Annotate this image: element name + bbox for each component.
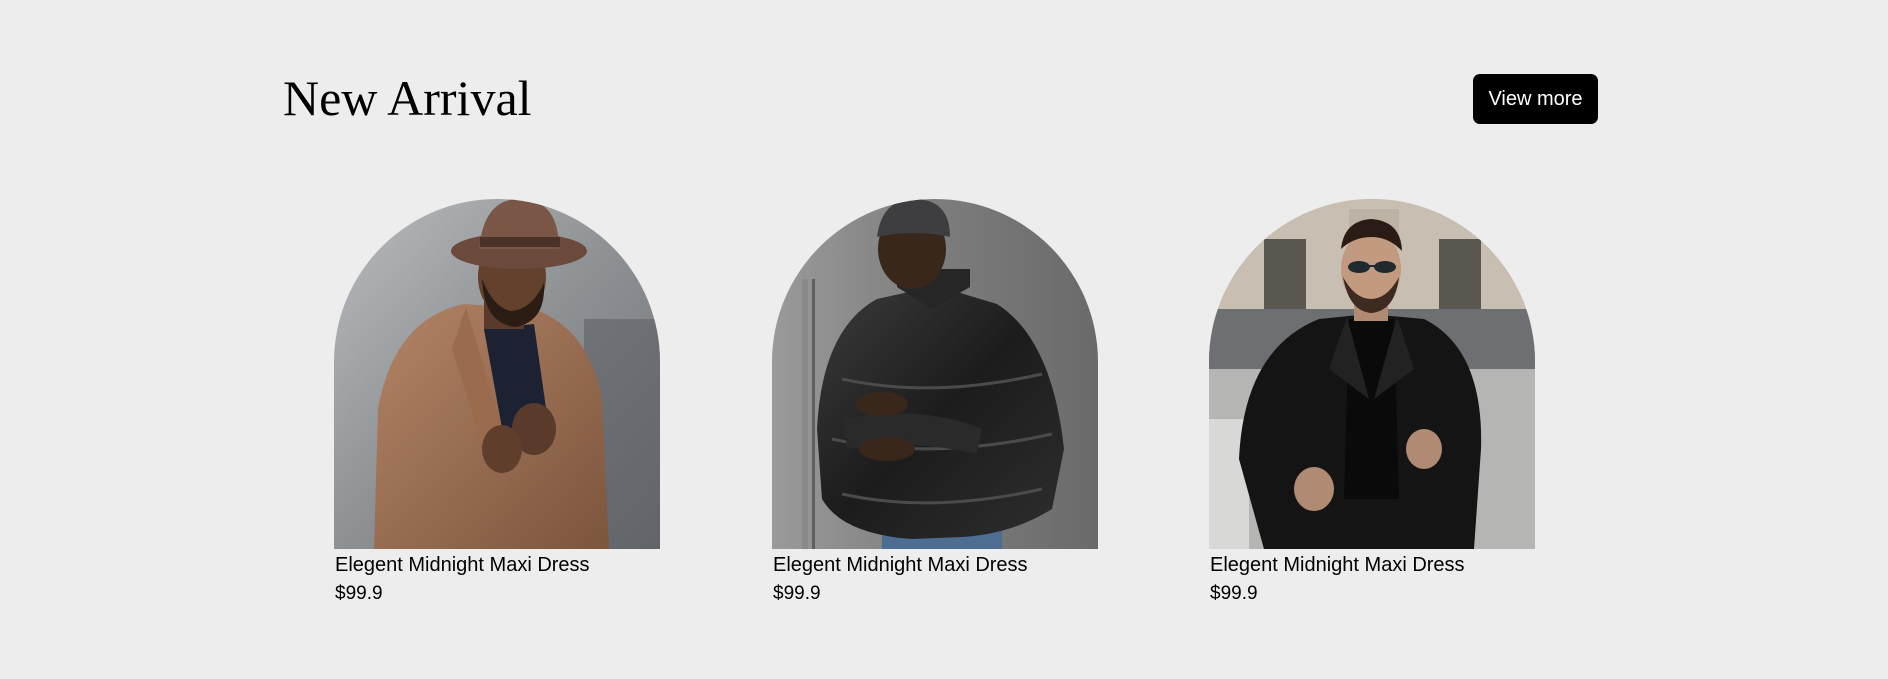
product-name[interactable]: Elegent Midnight Maxi Dress <box>1209 553 1535 577</box>
product-image-graphic <box>334 199 660 549</box>
section-title: New Arrival <box>283 70 532 126</box>
product-name[interactable]: Elegent Midnight Maxi Dress <box>772 553 1098 577</box>
view-more-button[interactable]: View more <box>1473 74 1598 124</box>
product-card[interactable]: Elegent Midnight Maxi Dress $99.9 <box>1209 199 1535 605</box>
product-image[interactable] <box>1209 199 1535 549</box>
product-price: $99.9 <box>1210 583 1258 604</box>
product-image[interactable] <box>772 199 1098 549</box>
product-price: $99.9 <box>335 583 383 604</box>
product-price: $99.9 <box>773 583 821 604</box>
product-image-graphic <box>1209 199 1535 549</box>
product-name[interactable]: Elegent Midnight Maxi Dress <box>334 553 660 577</box>
new-arrival-section: New Arrival View more Elegent Midnight M… <box>0 0 1888 679</box>
product-card[interactable]: Elegent Midnight Maxi Dress $99.9 <box>772 199 1098 605</box>
product-image[interactable] <box>334 199 660 549</box>
product-image-graphic <box>772 199 1098 549</box>
product-card[interactable]: Elegent Midnight Maxi Dress $99.9 <box>334 199 660 605</box>
